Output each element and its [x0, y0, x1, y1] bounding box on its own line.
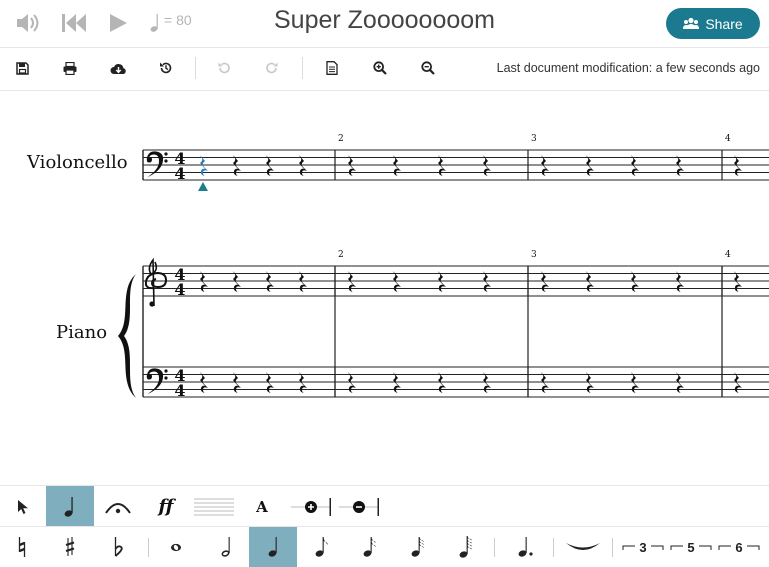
fermata-icon[interactable] — [94, 486, 142, 527]
skip-back-icon[interactable] — [60, 8, 88, 38]
add-staff-icon[interactable] — [288, 486, 334, 527]
zoom-in-icon[interactable] — [370, 58, 390, 78]
volume-icon[interactable] — [14, 8, 42, 38]
redo-icon[interactable] — [262, 58, 282, 78]
eighth-note-icon[interactable] — [302, 527, 342, 567]
save-icon[interactable] — [12, 58, 32, 78]
score-notation[interactable]: 4444442 3 42 3 4 — [0, 90, 769, 480]
measure-number: 2 — [338, 250, 344, 260]
users-icon — [683, 17, 700, 29]
dynamics-icon[interactable]: ff — [142, 486, 190, 527]
natural-icon[interactable] — [4, 527, 40, 567]
bass-clef-icon — [146, 151, 168, 178]
time-signature-denominator: 4 — [174, 164, 185, 183]
last-modification-status: Last document modification: a few second… — [496, 61, 760, 75]
tuplet-bracket-icon — [670, 545, 712, 550]
piano-brace — [118, 274, 136, 398]
tie-icon[interactable] — [560, 527, 606, 567]
measure-number: 3 — [531, 134, 537, 144]
document-icon[interactable] — [322, 58, 342, 78]
bass-clef-icon — [146, 368, 168, 395]
top-bar: = 80 Super Zoooooooom Share — [0, 0, 769, 47]
note-tool-icon[interactable] — [46, 486, 94, 527]
measure-number: 4 — [725, 250, 731, 260]
thirty-second-note-icon[interactable] — [398, 527, 438, 567]
measure-number: 2 — [338, 134, 344, 144]
history-icon[interactable] — [156, 58, 176, 78]
remove-staff-icon[interactable] — [336, 486, 382, 527]
cursor-marker — [198, 182, 208, 191]
flat-icon[interactable] — [100, 527, 136, 567]
palette-separator — [148, 538, 149, 557]
document-toolbar: Last document modification: a few second… — [0, 47, 769, 91]
text-tool-icon[interactable]: A — [238, 486, 286, 527]
print-icon[interactable] — [60, 58, 80, 78]
sextuplet-button[interactable]: 6 — [716, 527, 762, 567]
time-signature-denominator: 4 — [174, 280, 185, 299]
cloud-download-icon[interactable] — [108, 58, 128, 78]
dynamics-label: ff — [158, 496, 174, 517]
play-icon[interactable] — [106, 8, 130, 38]
pointer-icon[interactable] — [0, 486, 46, 527]
sixteenth-note-icon[interactable] — [350, 527, 390, 567]
zoom-out-icon[interactable] — [418, 58, 438, 78]
tool-palette: ff A — [0, 485, 769, 527]
sharp-icon[interactable] — [52, 527, 88, 567]
toolbar-separator — [195, 57, 196, 79]
toolbar-separator — [302, 57, 303, 79]
tuplet-bracket-icon — [622, 545, 664, 550]
half-note-icon[interactable] — [206, 527, 246, 567]
time-signature-denominator: 4 — [174, 381, 185, 400]
treble-clef-icon — [144, 257, 168, 307]
palette-separator — [612, 538, 613, 557]
score-canvas[interactable]: Violoncello Piano 444444234234 — [0, 90, 769, 480]
share-button[interactable]: Share — [666, 8, 760, 39]
dotted-note-icon[interactable] — [506, 527, 546, 567]
duration-palette: 3 5 6 — [0, 526, 769, 567]
quarter-note-icon[interactable] — [249, 527, 297, 567]
measure-number: 4 — [725, 134, 731, 144]
undo-icon[interactable] — [214, 58, 234, 78]
quintuplet-button[interactable]: 5 — [668, 527, 714, 567]
share-label: Share — [705, 15, 743, 32]
staff-lines-icon[interactable] — [190, 486, 238, 527]
whole-note-icon[interactable] — [156, 527, 196, 567]
quarter-note-icon — [148, 12, 162, 34]
measure-number: 3 — [531, 250, 537, 260]
tempo-value[interactable]: = 80 — [164, 12, 192, 28]
palette-separator — [494, 538, 495, 557]
sixty-fourth-note-icon[interactable] — [446, 527, 486, 567]
palette-separator — [553, 538, 554, 557]
triplet-button[interactable]: 3 — [620, 527, 666, 567]
tuplet-bracket-icon — [718, 545, 760, 550]
text-tool-label: A — [256, 497, 268, 516]
